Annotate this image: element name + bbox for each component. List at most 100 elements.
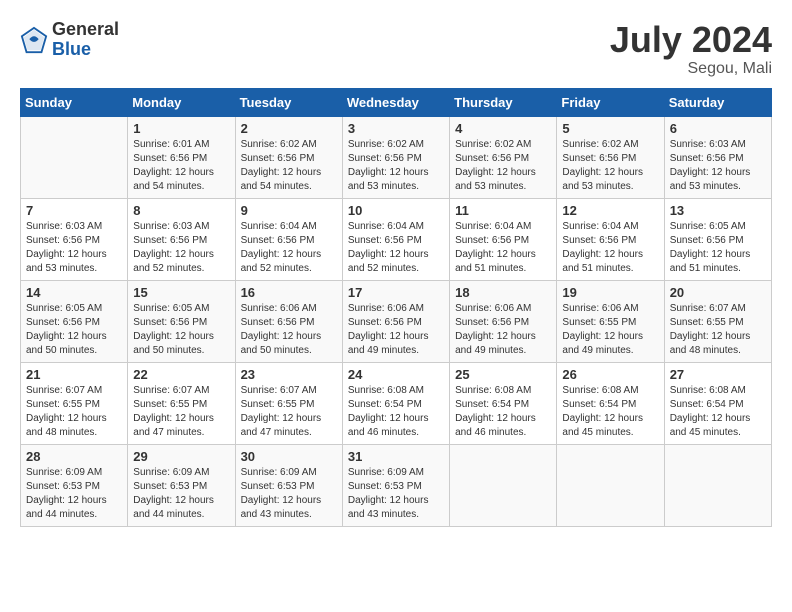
calendar-table: SundayMondayTuesdayWednesdayThursdayFrid… xyxy=(20,88,772,527)
day-cell: 25 Sunrise: 6:08 AMSunset: 6:54 PMDayligh… xyxy=(450,362,557,444)
day-info: Sunrise: 6:07 AMSunset: 6:55 PMDaylight:… xyxy=(26,384,122,440)
day-info: Sunrise: 6:02 AMSunset: 6:56 PMDaylight:… xyxy=(455,138,551,194)
day-info: Sunrise: 6:05 AMSunset: 6:56 PMDaylight:… xyxy=(133,302,229,358)
calendar-header: SundayMondayTuesdayWednesdayThursdayFrid… xyxy=(21,88,772,116)
logo-general: General xyxy=(52,19,119,39)
day-number: 27 xyxy=(670,367,766,382)
day-number: 28 xyxy=(26,449,122,464)
day-cell: 18 Sunrise: 6:06 AMSunset: 6:56 PMDayligh… xyxy=(450,280,557,362)
day-info: Sunrise: 6:08 AMSunset: 6:54 PMDaylight:… xyxy=(348,384,444,440)
day-number: 22 xyxy=(133,367,229,382)
day-cell: 14 Sunrise: 6:05 AMSunset: 6:56 PMDayligh… xyxy=(21,280,128,362)
day-cell: 15 Sunrise: 6:05 AMSunset: 6:56 PMDayligh… xyxy=(128,280,235,362)
day-cell: 4 Sunrise: 6:02 AMSunset: 6:56 PMDaylight… xyxy=(450,116,557,198)
day-cell: 17 Sunrise: 6:06 AMSunset: 6:56 PMDayligh… xyxy=(342,280,449,362)
col-header-friday: Friday xyxy=(557,88,664,116)
day-number: 25 xyxy=(455,367,551,382)
day-cell: 8 Sunrise: 6:03 AMSunset: 6:56 PMDaylight… xyxy=(128,198,235,280)
day-number: 7 xyxy=(26,203,122,218)
day-info: Sunrise: 6:08 AMSunset: 6:54 PMDaylight:… xyxy=(455,384,551,440)
day-cell: 1Sunrise: 6:01 AMSunset: 6:56 PMDaylight… xyxy=(128,116,235,198)
day-info: Sunrise: 6:04 AMSunset: 6:56 PMDaylight:… xyxy=(348,220,444,276)
day-number: 9 xyxy=(241,203,337,218)
day-cell: 28 Sunrise: 6:09 AMSunset: 6:53 PMDayligh… xyxy=(21,444,128,526)
day-cell: 7 Sunrise: 6:03 AMSunset: 6:56 PMDaylight… xyxy=(21,198,128,280)
day-cell xyxy=(664,444,771,526)
week-row-3: 14 Sunrise: 6:05 AMSunset: 6:56 PMDayligh… xyxy=(21,280,772,362)
day-number: 17 xyxy=(348,285,444,300)
col-header-tuesday: Tuesday xyxy=(235,88,342,116)
day-cell: 12 Sunrise: 6:04 AMSunset: 6:56 PMDayligh… xyxy=(557,198,664,280)
day-number: 3 xyxy=(348,121,444,136)
day-number: 5 xyxy=(562,121,658,136)
week-row-4: 21Sunrise: 6:07 AMSunset: 6:55 PMDayligh… xyxy=(21,362,772,444)
col-header-thursday: Thursday xyxy=(450,88,557,116)
day-number: 31 xyxy=(348,449,444,464)
day-cell: 13Sunrise: 6:05 AMSunset: 6:56 PMDayligh… xyxy=(664,198,771,280)
title-block: July 2024 Segou, Mali xyxy=(610,20,772,78)
day-cell: 24Sunrise: 6:08 AMSunset: 6:54 PMDayligh… xyxy=(342,362,449,444)
logo: General Blue xyxy=(20,20,119,60)
day-info: Sunrise: 6:09 AMSunset: 6:53 PMDaylight:… xyxy=(26,466,122,522)
day-info: Sunrise: 6:08 AMSunset: 6:54 PMDaylight:… xyxy=(562,384,658,440)
day-number: 14 xyxy=(26,285,122,300)
day-info: Sunrise: 6:04 AMSunset: 6:56 PMDaylight:… xyxy=(241,220,337,276)
day-cell: 6 Sunrise: 6:03 AMSunset: 6:56 PMDaylight… xyxy=(664,116,771,198)
day-cell: 16Sunrise: 6:06 AMSunset: 6:56 PMDayligh… xyxy=(235,280,342,362)
day-info: Sunrise: 6:02 AMSunset: 6:56 PMDaylight:… xyxy=(241,138,337,194)
col-header-saturday: Saturday xyxy=(664,88,771,116)
week-row-2: 7 Sunrise: 6:03 AMSunset: 6:56 PMDaylight… xyxy=(21,198,772,280)
day-number: 8 xyxy=(133,203,229,218)
day-cell: 11 Sunrise: 6:04 AMSunset: 6:56 PMDayligh… xyxy=(450,198,557,280)
day-number: 23 xyxy=(241,367,337,382)
day-number: 6 xyxy=(670,121,766,136)
day-number: 4 xyxy=(455,121,551,136)
day-number: 19 xyxy=(562,285,658,300)
day-cell: 5 Sunrise: 6:02 AMSunset: 6:56 PMDaylight… xyxy=(557,116,664,198)
day-info: Sunrise: 6:08 AMSunset: 6:54 PMDaylight:… xyxy=(670,384,766,440)
day-cell: 31 Sunrise: 6:09 AMSunset: 6:53 PMDayligh… xyxy=(342,444,449,526)
day-info: Sunrise: 6:03 AMSunset: 6:56 PMDaylight:… xyxy=(670,138,766,194)
day-cell: 27 Sunrise: 6:08 AMSunset: 6:54 PMDayligh… xyxy=(664,362,771,444)
page-header: General Blue July 2024 Segou, Mali xyxy=(20,20,772,78)
day-info: Sunrise: 6:04 AMSunset: 6:56 PMDaylight:… xyxy=(455,220,551,276)
day-number: 26 xyxy=(562,367,658,382)
day-cell: 10 Sunrise: 6:04 AMSunset: 6:56 PMDayligh… xyxy=(342,198,449,280)
logo-icon xyxy=(20,26,48,54)
day-number: 12 xyxy=(562,203,658,218)
day-number: 18 xyxy=(455,285,551,300)
day-cell: 2Sunrise: 6:02 AMSunset: 6:56 PMDaylight… xyxy=(235,116,342,198)
day-info: Sunrise: 6:06 AMSunset: 6:55 PMDaylight:… xyxy=(562,302,658,358)
logo-blue-text: Blue xyxy=(52,39,91,59)
day-info: Sunrise: 6:03 AMSunset: 6:56 PMDaylight:… xyxy=(133,220,229,276)
location: Segou, Mali xyxy=(610,60,772,78)
day-info: Sunrise: 6:03 AMSunset: 6:56 PMDaylight:… xyxy=(26,220,122,276)
week-row-5: 28 Sunrise: 6:09 AMSunset: 6:53 PMDayligh… xyxy=(21,444,772,526)
day-info: Sunrise: 6:06 AMSunset: 6:56 PMDaylight:… xyxy=(348,302,444,358)
day-number: 15 xyxy=(133,285,229,300)
day-number: 20 xyxy=(670,285,766,300)
day-info: Sunrise: 6:02 AMSunset: 6:56 PMDaylight:… xyxy=(348,138,444,194)
col-header-monday: Monday xyxy=(128,88,235,116)
day-number: 16 xyxy=(241,285,337,300)
day-cell: 23 Sunrise: 6:07 AMSunset: 6:55 PMDayligh… xyxy=(235,362,342,444)
day-info: Sunrise: 6:07 AMSunset: 6:55 PMDaylight:… xyxy=(241,384,337,440)
col-header-sunday: Sunday xyxy=(21,88,128,116)
day-cell: 3 Sunrise: 6:02 AMSunset: 6:56 PMDaylight… xyxy=(342,116,449,198)
day-info: Sunrise: 6:06 AMSunset: 6:56 PMDaylight:… xyxy=(455,302,551,358)
day-cell: 19 Sunrise: 6:06 AMSunset: 6:55 PMDayligh… xyxy=(557,280,664,362)
col-header-wednesday: Wednesday xyxy=(342,88,449,116)
day-cell: 22Sunrise: 6:07 AMSunset: 6:55 PMDayligh… xyxy=(128,362,235,444)
day-number: 11 xyxy=(455,203,551,218)
day-info: Sunrise: 6:04 AMSunset: 6:56 PMDaylight:… xyxy=(562,220,658,276)
day-info: Sunrise: 6:05 AMSunset: 6:56 PMDaylight:… xyxy=(26,302,122,358)
day-cell: 30Sunrise: 6:09 AMSunset: 6:53 PMDayligh… xyxy=(235,444,342,526)
week-row-1: 1Sunrise: 6:01 AMSunset: 6:56 PMDaylight… xyxy=(21,116,772,198)
day-cell: 26 Sunrise: 6:08 AMSunset: 6:54 PMDayligh… xyxy=(557,362,664,444)
day-number: 30 xyxy=(241,449,337,464)
day-number: 10 xyxy=(348,203,444,218)
day-number: 1 xyxy=(133,121,229,136)
day-info: Sunrise: 6:09 AMSunset: 6:53 PMDaylight:… xyxy=(348,466,444,522)
day-info: Sunrise: 6:02 AMSunset: 6:56 PMDaylight:… xyxy=(562,138,658,194)
month-year: July 2024 xyxy=(610,20,772,60)
